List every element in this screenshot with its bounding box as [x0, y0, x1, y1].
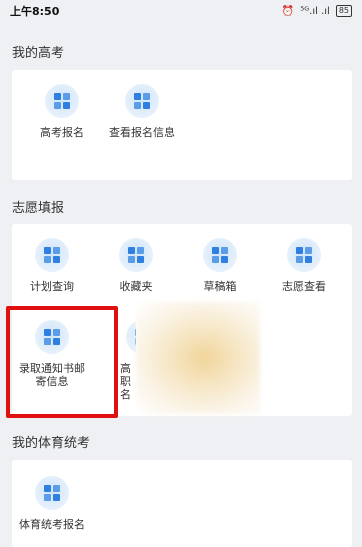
grid-icon [287, 238, 321, 272]
tile-label: 志愿查看 [282, 280, 326, 293]
status-time: 上午8:50 [10, 5, 60, 18]
status-bar: 上午8:50 ⏰ ⁵ᴳ.ıl .ıl 85 [0, 0, 362, 22]
tile-label: 查看报名信息 [109, 126, 175, 139]
section-title-gaokao: 我的高考 [12, 46, 65, 61]
grid-icon [119, 238, 153, 272]
grid-icon [35, 476, 69, 510]
blurred-region [136, 302, 260, 414]
tile-drafts[interactable]: 草稿箱 [180, 238, 260, 293]
tile-label: 体育统考报名 [19, 518, 85, 531]
grid-icon [125, 84, 159, 118]
grid-icon [35, 238, 69, 272]
status-icons: ⏰ ⁵ᴳ.ıl .ıl 85 [282, 5, 352, 17]
signal-icon: ⁵ᴳ.ıl .ıl [300, 5, 330, 17]
tile-label: 计划查询 [30, 280, 74, 293]
tile-label: 高考报名 [40, 126, 84, 139]
grid-icon [45, 84, 79, 118]
tile-view-registration-info[interactable]: 查看报名信息 [102, 84, 182, 139]
tile-label: 草稿箱 [203, 280, 237, 293]
alarm-icon: ⏰ [281, 5, 295, 17]
grid-icon [126, 320, 136, 354]
section-title-sports-exam: 我的体育统考 [12, 436, 91, 451]
tile-view-application[interactable]: 志愿查看 [264, 238, 344, 293]
battery-icon: 85 [335, 5, 352, 17]
highlight-box [6, 306, 118, 418]
card-gaokao: 高考报名 查看报名信息 [12, 70, 352, 180]
tile-sports-exam-registration[interactable]: 体育统考报名 [12, 476, 92, 531]
section-title-application: 志愿填报 [12, 201, 65, 216]
card-sports-exam: 体育统考报名 [12, 460, 352, 547]
tile-plan-query[interactable]: 计划查询 [12, 238, 92, 293]
tile-label: 收藏夹 [119, 280, 153, 293]
tile-favorites[interactable]: 收藏夹 [96, 238, 176, 293]
grid-icon [203, 238, 237, 272]
tile-gaokao-registration[interactable]: 高考报名 [22, 84, 102, 139]
